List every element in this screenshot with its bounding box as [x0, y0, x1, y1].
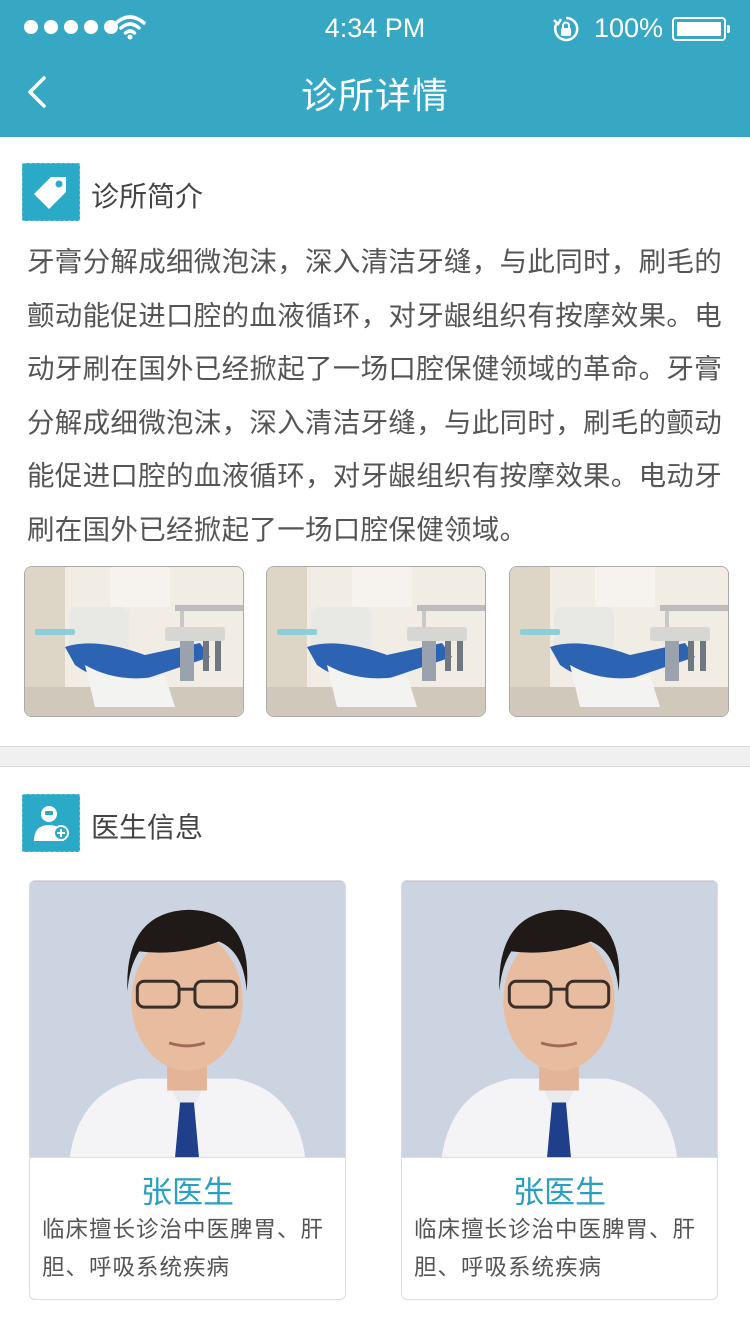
doctor-icon — [22, 794, 80, 852]
doctor-card[interactable]: 张医生 临床擅长诊治中医脾胃、肝胆、呼吸系统疾病 — [29, 880, 346, 1300]
doctor-specialty: 临床擅长诊治中医脾胃、肝胆、呼吸系统疾病 — [42, 1217, 325, 1281]
battery-percent: 100% — [594, 13, 664, 43]
clinic-description: 牙膏分解成细微泡沫，深入清洁牙缝，与此同时，刷毛的颤动能促进口腔的血液循环，对牙… — [27, 246, 722, 546]
doctor-card[interactable]: 张医生 临床擅长诊治中医脾胃、肝胆、呼吸系统疾病 — [401, 880, 718, 1300]
clinic-photo[interactable] — [266, 566, 486, 717]
section-title-doctor-info: 医生信息 — [91, 811, 204, 844]
clinic-photo[interactable] — [24, 566, 244, 717]
battery-icon — [672, 17, 730, 41]
dental-chair-illustration — [510, 567, 728, 716]
section-title-clinic-intro: 诊所简介 — [91, 180, 204, 213]
rotation-lock-icon — [553, 16, 579, 42]
dental-chair-illustration — [267, 567, 485, 716]
doctor-specialty: 临床擅长诊治中医脾胃、肝胆、呼吸系统疾病 — [414, 1217, 697, 1281]
doctor-portrait — [30, 881, 345, 1158]
clinic-photo[interactable] — [509, 566, 729, 717]
doctor-name: 张医生 — [513, 1175, 606, 1211]
doctor-portrait — [402, 881, 717, 1158]
page-title: 诊所详情 — [300, 76, 449, 117]
section-divider — [0, 746, 750, 767]
tag-icon — [22, 163, 80, 221]
doctor-name: 张医生 — [141, 1175, 234, 1211]
status-bar: 4:34 PM 100% — [0, 0, 750, 58]
app-header: 4:34 PM 100% 诊所详情 — [0, 0, 750, 137]
dental-chair-illustration — [25, 567, 243, 716]
